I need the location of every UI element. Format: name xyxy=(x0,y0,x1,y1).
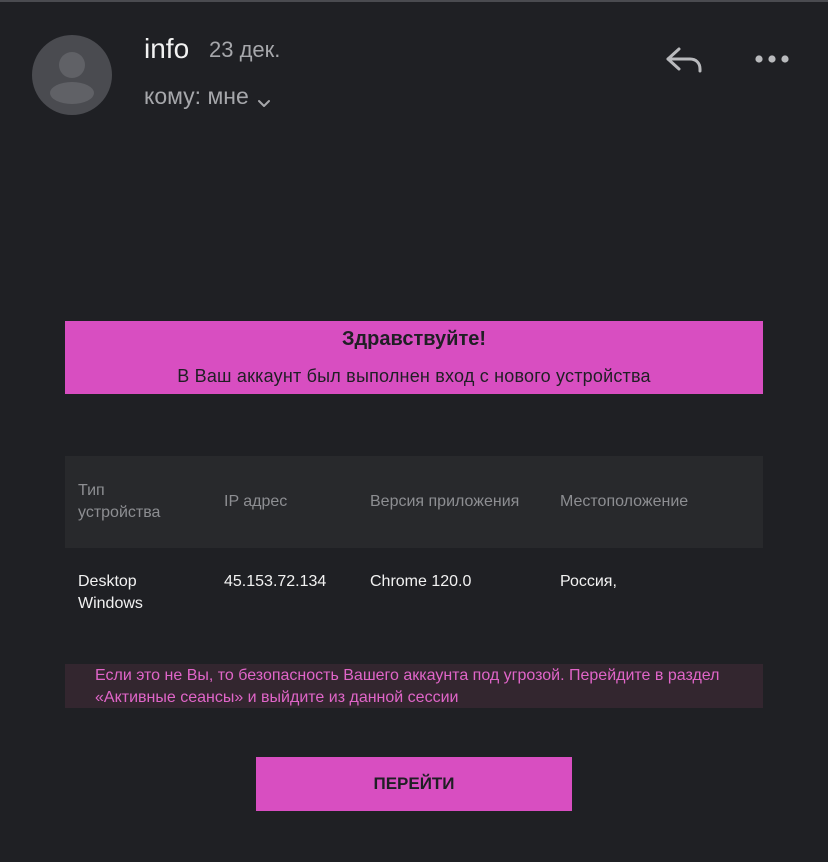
more-button[interactable] xyxy=(750,42,794,78)
reply-icon xyxy=(666,47,702,73)
greeting-banner: Здравствуйте! В Ваш аккаунт был выполнен… xyxy=(65,321,763,394)
column-header-device-line1: Тип xyxy=(78,482,105,499)
message-date: 23 дек. xyxy=(209,37,281,62)
column-header-device-line2: устройства xyxy=(78,504,161,521)
cell-location: Россия, xyxy=(560,573,617,590)
chevron-down-icon xyxy=(257,89,271,107)
go-button[interactable]: ПЕРЕЙТИ xyxy=(256,757,572,811)
sender-name[interactable]: info xyxy=(144,32,189,66)
column-header-ip: IP адрес xyxy=(224,493,288,510)
column-header-device: Тип устройства xyxy=(78,480,160,524)
banner-title: Здравствуйте! xyxy=(341,328,487,350)
column-header-location: Местоположение xyxy=(560,493,689,510)
reply-button[interactable] xyxy=(662,40,706,80)
recipient-toggle[interactable]: кому: мне xyxy=(144,82,271,110)
cell-device-line2: Windows xyxy=(78,595,143,612)
cell-ip: 45.153.72.134 xyxy=(224,573,327,590)
table-header: Тип устройства IP адрес Версия приложени… xyxy=(65,456,763,548)
banner-subtitle: В Ваш аккаунт был выполнен вход с нового… xyxy=(177,366,651,386)
email-view: info 23 дек. кому: мне Здравствуйте! В В… xyxy=(0,0,828,862)
more-icon xyxy=(755,55,789,63)
cell-app-version: Chrome 120.0 xyxy=(370,573,472,590)
avatar-icon[interactable] xyxy=(32,35,112,115)
warning-text: Если это не Вы, то безопасность Вашего а… xyxy=(95,667,720,706)
top-divider xyxy=(0,0,828,2)
column-header-app-version: Версия приложения xyxy=(370,493,520,510)
recipient-label: кому: мне xyxy=(144,83,249,109)
cell-device: Desktop Windows xyxy=(78,571,143,615)
cell-device-line1: Desktop xyxy=(78,573,137,590)
security-warning: Если это не Вы, то безопасность Вашего а… xyxy=(65,664,763,708)
